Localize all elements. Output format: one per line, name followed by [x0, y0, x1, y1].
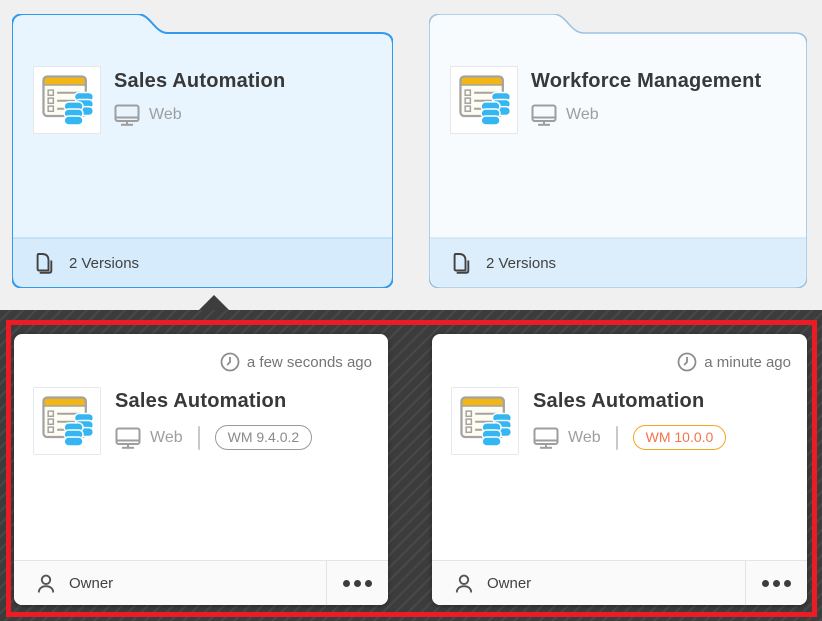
timestamp-label: a few seconds ago [247, 354, 372, 371]
ellipsis-icon [762, 580, 769, 587]
app-icon-tile [33, 66, 101, 134]
monitor-icon [533, 427, 559, 449]
card-title: Sales Automation [533, 390, 726, 413]
expansion-arrow [199, 295, 229, 310]
platform-label: Web [149, 106, 182, 124]
person-icon [35, 573, 57, 594]
card-title: Sales Automation [115, 390, 312, 413]
app-icon-tile [33, 387, 101, 455]
folder-sales-automation[interactable]: Sales Automation Web 2 Versions [12, 14, 393, 288]
app-icon-tile [450, 66, 518, 134]
clock-icon [220, 352, 240, 372]
more-options-button[interactable] [326, 561, 388, 605]
card-footer: Owner [14, 560, 388, 605]
folder-title: Sales Automation [114, 70, 285, 93]
monitor-icon [531, 104, 557, 126]
version-badge: WM 9.4.0.2 [215, 425, 313, 450]
timestamp: a few seconds ago [220, 352, 372, 372]
version-card-wm-9402[interactable]: a few seconds ago Sales Automation Web W… [14, 334, 388, 605]
clock-icon [677, 352, 697, 372]
platform-label: Web [150, 429, 183, 447]
versions-count-label: 2 Versions [486, 255, 556, 272]
app-icon [35, 389, 99, 453]
person-icon [453, 573, 475, 594]
pages-icon [451, 252, 471, 275]
platform-label: Web [568, 429, 601, 447]
app-icon-tile [451, 387, 519, 455]
version-card-wm-1000[interactable]: a minute ago Sales Automation Web WM 10.… [432, 334, 807, 605]
folder-workforce-management[interactable]: Workforce Management Web 2 Versions [429, 14, 807, 288]
timestamp: a minute ago [677, 352, 791, 372]
folder-title: Workforce Management [531, 70, 761, 93]
monitor-icon [115, 427, 141, 449]
timestamp-label: a minute ago [704, 354, 791, 371]
ellipsis-icon [343, 580, 350, 587]
card-footer: Owner [432, 560, 807, 605]
folder-versions-bar: 2 Versions [12, 238, 393, 288]
app-icon [453, 389, 517, 453]
versions-count-label: 2 Versions [69, 255, 139, 272]
divider [616, 426, 618, 450]
owner-row: Owner [14, 561, 326, 605]
version-badge: WM 10.0.0 [633, 425, 727, 450]
owner-label: Owner [69, 575, 113, 592]
pages-icon [34, 252, 54, 275]
owner-label: Owner [487, 575, 531, 592]
owner-row: Owner [432, 561, 745, 605]
divider [198, 426, 200, 450]
app-icon [35, 68, 99, 132]
monitor-icon [114, 104, 140, 126]
folder-versions-bar: 2 Versions [429, 238, 807, 288]
more-options-button[interactable] [745, 561, 807, 605]
app-icon [452, 68, 516, 132]
platform-label: Web [566, 106, 599, 124]
